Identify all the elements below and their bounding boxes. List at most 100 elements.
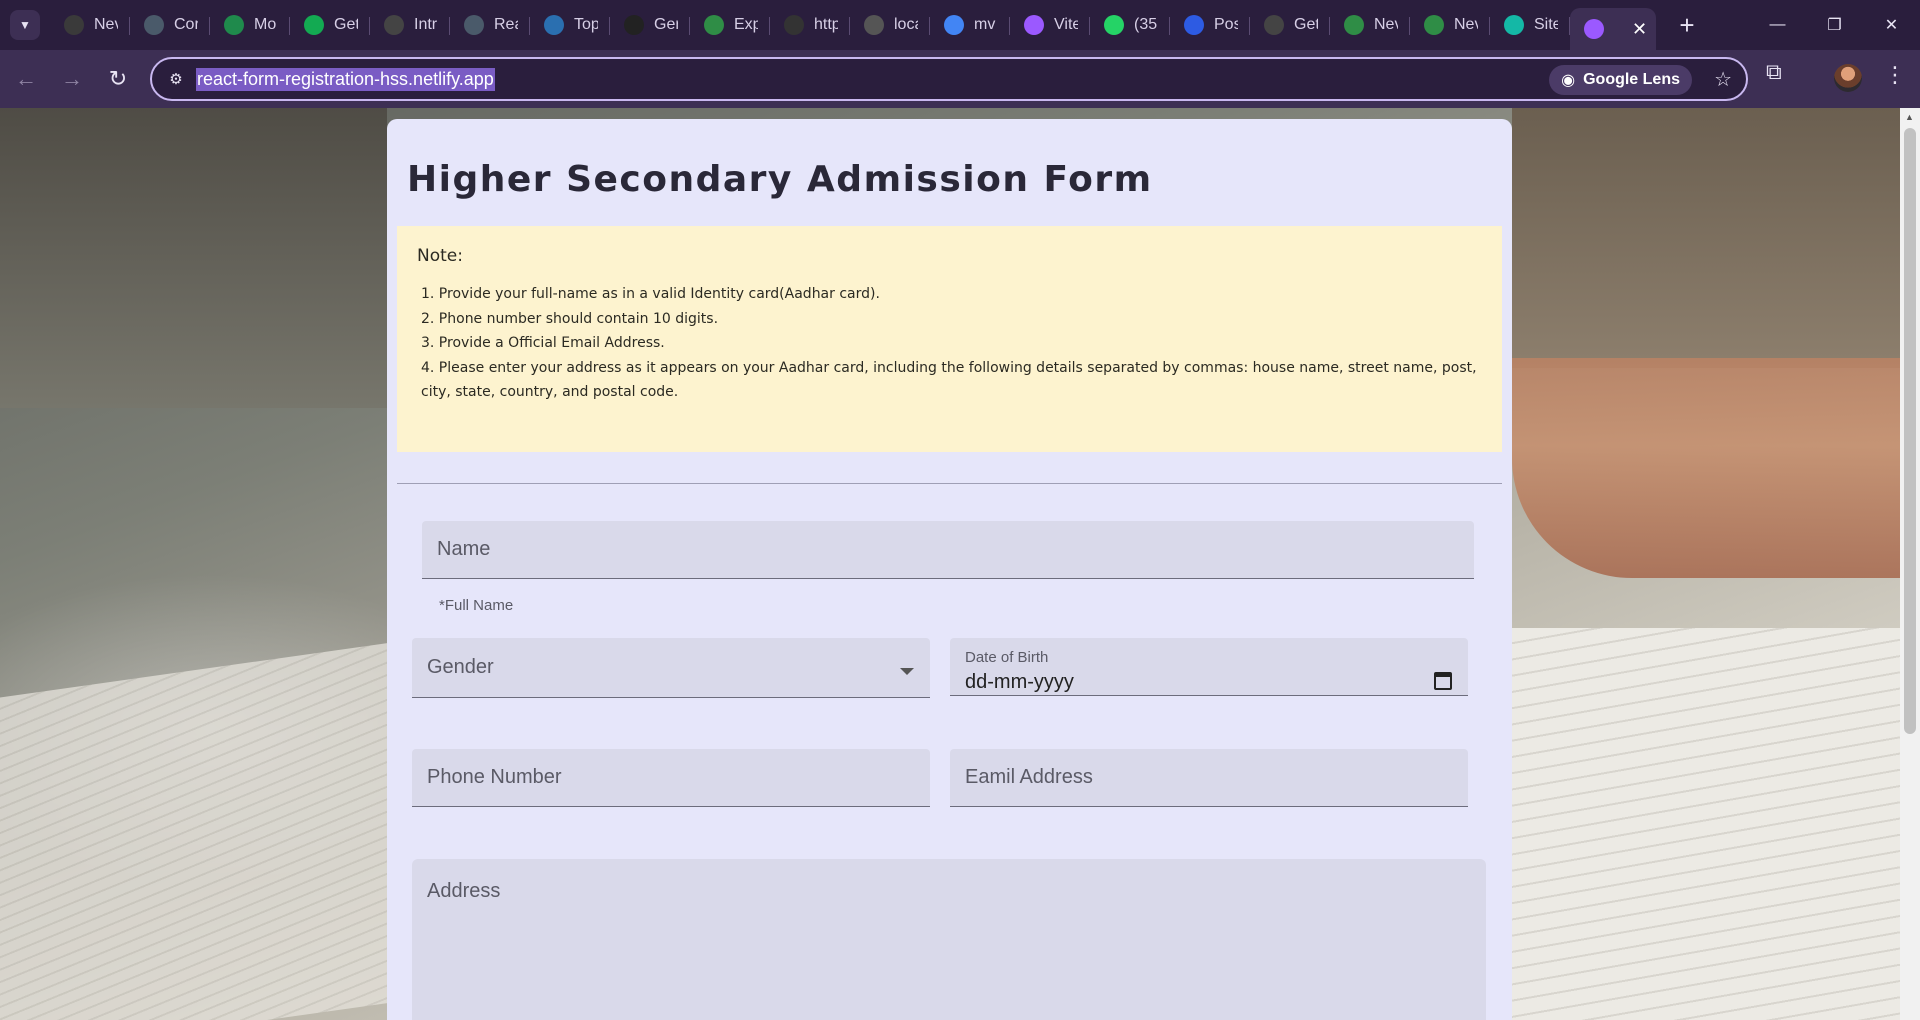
vite-icon: [1024, 15, 1044, 35]
browser-tab[interactable]: Nev: [50, 6, 130, 44]
browser-tab[interactable]: Cor: [130, 6, 210, 44]
forward-button[interactable]: →: [52, 59, 92, 99]
divider: [397, 483, 1502, 484]
browser-tab[interactable]: Mo: [210, 6, 290, 44]
tab-title: Intr: [414, 16, 438, 33]
note-item: 2. Phone number should contain 10 digits…: [421, 310, 719, 327]
tab-title: Mo: [254, 16, 277, 33]
geeksforgeeks-icon: [704, 15, 724, 35]
tab-title: Rea: [494, 16, 518, 33]
tab-search-button[interactable]: ▼: [10, 10, 40, 40]
scrollbar-thumb[interactable]: [1904, 128, 1916, 734]
mountain-icon: [544, 15, 564, 35]
url-text[interactable]: react-form-registration-hss.netlify.app: [196, 67, 495, 91]
browser-tab[interactable]: Nev: [1330, 6, 1410, 44]
address-textarea[interactable]: Address: [412, 859, 1486, 1020]
dob-label: Date of Birth: [965, 649, 1049, 666]
browser-toolbar: ← → ↻ ⚙ react-form-registration-hss.netl…: [0, 50, 1920, 108]
tab-title: mv: [974, 16, 996, 33]
browser-tab[interactable]: Ger: [610, 6, 690, 44]
browser-tab[interactable]: Vite: [1010, 6, 1090, 44]
tab-title: loca: [894, 16, 918, 33]
new-tab-button[interactable]: +: [1670, 8, 1704, 42]
email-label: Eamil Address: [965, 766, 1093, 788]
browser-tab[interactable]: Nev: [1410, 6, 1490, 44]
gender-label: Gender: [427, 656, 494, 678]
dropdown-arrow-icon: [900, 668, 914, 675]
back-button[interactable]: ←: [6, 59, 46, 99]
calendar-icon[interactable]: [1434, 672, 1452, 690]
tab-title: http: [814, 16, 838, 33]
tab-title: Top: [574, 16, 598, 33]
address-bar[interactable]: ⚙ react-form-registration-hss.netlify.ap…: [150, 57, 1748, 101]
github-icon: [624, 15, 644, 35]
date-of-birth-input[interactable]: Date of Birth dd-mm-yyyy: [950, 638, 1468, 696]
name-helper-text: *Full Name: [439, 597, 514, 614]
page-scrollbar[interactable]: ▲: [1900, 108, 1920, 1020]
tab-strip: ▼ Nev Cor Mo Get Intr Rea Top Ger Exp http loca mv V…: [0, 0, 1920, 50]
tab-list: Nev Cor Mo Get Intr Rea Top Ger Exp http loca mv Vit…: [50, 0, 1656, 50]
browser-tab[interactable]: mv: [930, 6, 1010, 44]
note-item: 4. Please enter your address as it appea…: [421, 359, 1477, 401]
reload-icon: ↻: [108, 66, 128, 91]
active-tab[interactable]: ✕: [1570, 8, 1656, 50]
tab-title: Get: [334, 16, 358, 33]
openai-icon: [64, 15, 84, 35]
background-paper-right: [1512, 628, 1920, 1020]
scroll-up-icon[interactable]: ▲: [1905, 112, 1914, 122]
browser-tab[interactable]: Rea: [450, 6, 530, 44]
kebab-menu-icon[interactable]: ⋮: [1884, 62, 1906, 88]
browser-tab[interactable]: Site: [1490, 6, 1570, 44]
minimize-button[interactable]: —: [1749, 0, 1806, 50]
note-box: Note: 1. Provide your full-name as in a …: [397, 226, 1502, 452]
address-label: Address: [427, 880, 501, 902]
netlify-triangle-icon: [464, 15, 484, 35]
mongodb-leaf-icon: [304, 15, 324, 35]
angular-a-icon: [384, 15, 404, 35]
email-input[interactable]: Eamil Address: [950, 749, 1468, 807]
phone-number-input[interactable]: Phone Number: [412, 749, 930, 807]
browser-tab[interactable]: (35: [1090, 6, 1170, 44]
close-window-button[interactable]: ✕: [1863, 0, 1920, 50]
tab-title: Site: [1534, 16, 1558, 33]
tab-title: Cor: [174, 16, 198, 33]
gender-select[interactable]: Gender: [412, 638, 930, 698]
extensions-icon[interactable]: ⧉: [1766, 59, 1782, 85]
note-list: 1. Provide your full-name as in a valid …: [417, 282, 1482, 405]
browser-tab[interactable]: loca: [850, 6, 930, 44]
name-label: Name: [437, 538, 491, 560]
plus-icon: +: [1679, 9, 1695, 40]
arrow-left-icon: ←: [15, 66, 37, 91]
whatsapp-icon: [1104, 15, 1124, 35]
tab-title: Pos: [1214, 16, 1238, 33]
vite-icon: [1584, 19, 1604, 39]
browser-tab[interactable]: Get: [290, 6, 370, 44]
tab-title: Vite: [1054, 16, 1078, 33]
geeksforgeeks-icon: [1344, 15, 1364, 35]
chevron-down-icon: ▼: [19, 18, 31, 32]
browser-tab[interactable]: Intr: [370, 6, 450, 44]
browser-tab[interactable]: Top: [530, 6, 610, 44]
geeksforgeeks-icon: [1424, 15, 1444, 35]
profile-avatar[interactable]: [1834, 64, 1862, 92]
site-info-icon[interactable]: ⚙: [162, 65, 190, 93]
angular-a-icon: [1264, 15, 1284, 35]
terminal-icon: [784, 15, 804, 35]
admission-form-card: Higher Secondary Admission Form Note: 1.…: [387, 119, 1512, 1020]
name-input[interactable]: Name: [422, 521, 1474, 579]
reload-button[interactable]: ↻: [98, 59, 138, 99]
browser-tab[interactable]: http: [770, 6, 850, 44]
google-lens-button[interactable]: ◉ Google Lens: [1549, 65, 1692, 95]
browser-tab[interactable]: Get: [1250, 6, 1330, 44]
bookmark-star-icon[interactable]: ☆: [1714, 67, 1732, 92]
phone-label: Phone Number: [427, 766, 562, 788]
arrow-right-icon: →: [61, 66, 83, 91]
background-photo: [0, 108, 387, 408]
netlify-triangle-icon: [144, 15, 164, 35]
camera-icon: ◉: [1561, 72, 1576, 89]
browser-tab[interactable]: Pos: [1170, 6, 1250, 44]
google-lens-label: Google Lens: [1583, 71, 1680, 88]
close-tab-icon[interactable]: ✕: [1632, 19, 1647, 40]
browser-tab[interactable]: Exp: [690, 6, 770, 44]
restore-button[interactable]: ❐: [1806, 0, 1863, 50]
